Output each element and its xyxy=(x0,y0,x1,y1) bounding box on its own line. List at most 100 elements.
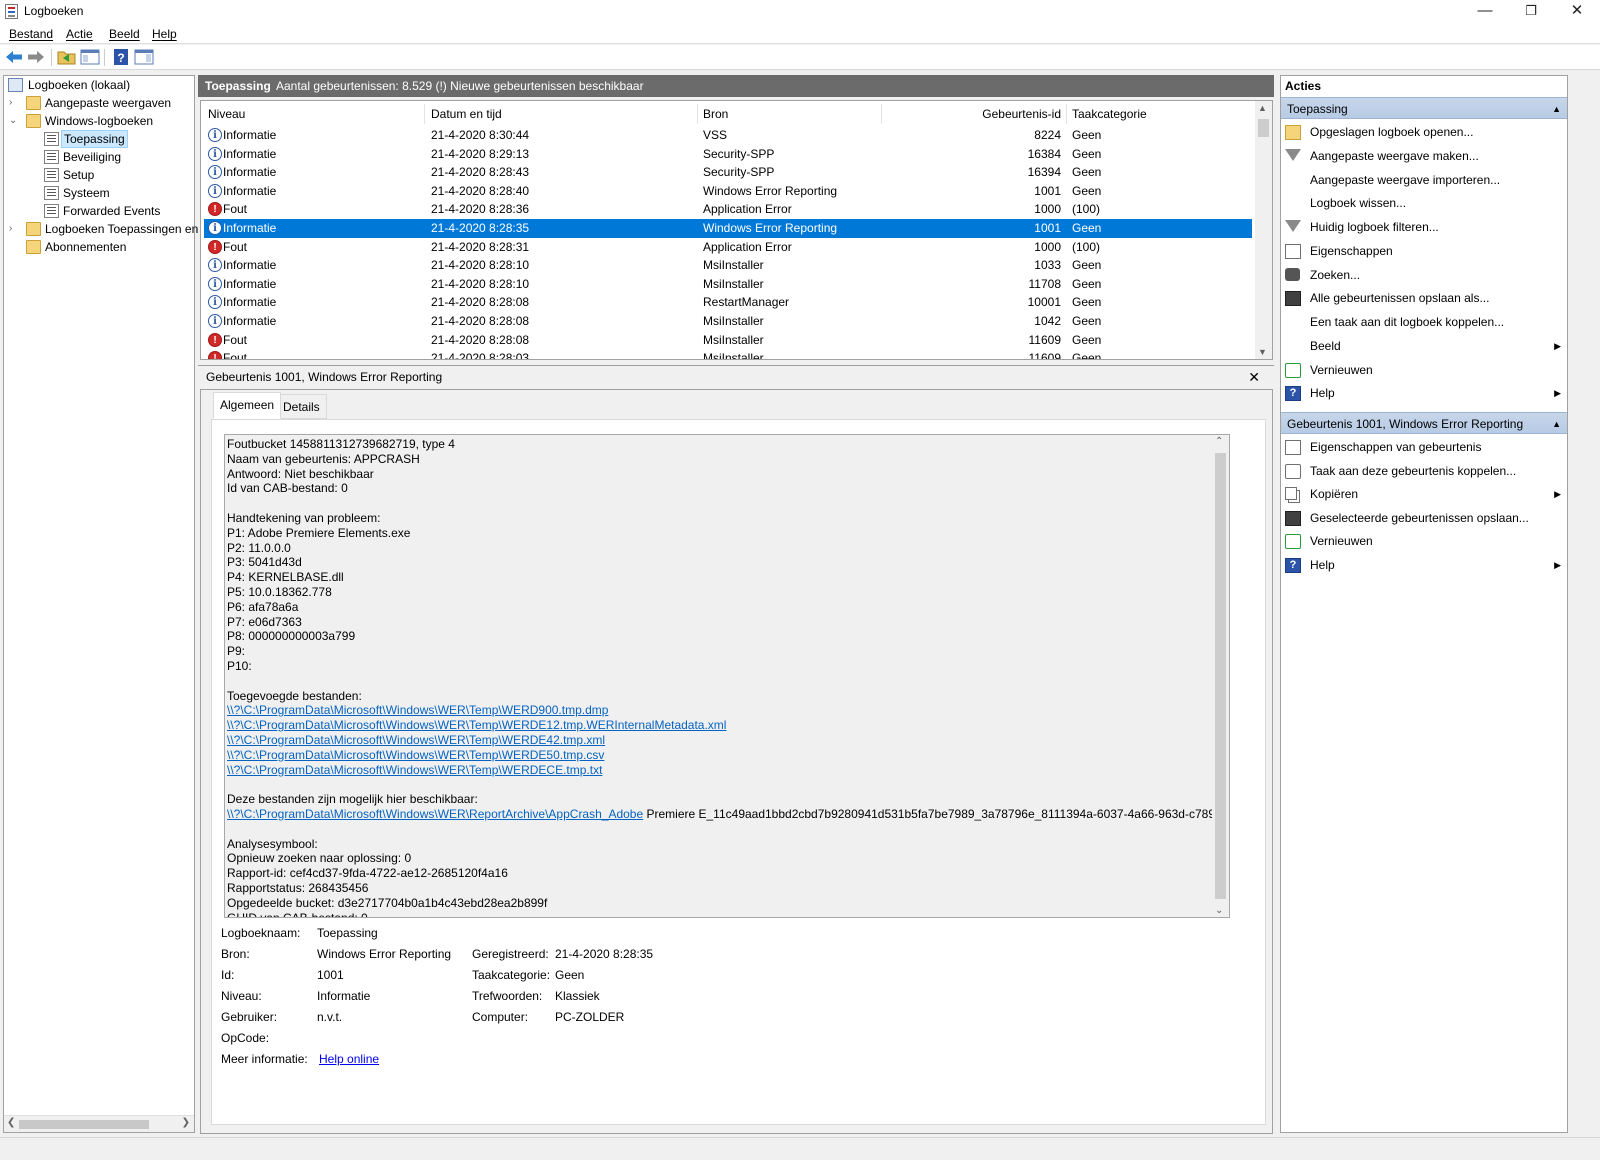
collapse-caret-icon[interactable]: ▲ xyxy=(1552,98,1561,120)
collapse-chevron-icon[interactable]: ⌄ xyxy=(9,112,19,130)
help-icon[interactable]: ? xyxy=(111,48,131,66)
column-separator[interactable] xyxy=(1066,104,1067,124)
tree-item-label: Systeem xyxy=(63,186,110,200)
prop-value-geregistreerd: 21-4-2020 8:28:35 xyxy=(555,947,654,961)
action-item-label: Opgeslagen logboek openen... xyxy=(1310,125,1474,139)
maximize-button[interactable]: ❐ xyxy=(1508,0,1554,24)
action-item[interactable]: Taak aan deze gebeurtenis koppelen... xyxy=(1281,460,1567,483)
action-item[interactable]: Opgeslagen logboek openen... xyxy=(1281,121,1567,144)
action-pane-icon[interactable] xyxy=(134,48,154,66)
column-separator[interactable] xyxy=(881,104,882,124)
cell-id: 16384 xyxy=(1027,146,1061,161)
column-header-datum[interactable]: Datum en tijd xyxy=(431,103,502,125)
scrollbar-thumb[interactable] xyxy=(1215,453,1226,899)
help-online-link[interactable]: Help online xyxy=(319,1052,379,1066)
event-description-textbox[interactable]: Foutbucket 1458811312739682719, type 4 Na… xyxy=(224,434,1230,918)
open-folder-icon[interactable] xyxy=(57,48,77,66)
file-path-link[interactable]: \\?\C:\ProgramData\Microsoft\Windows\WER… xyxy=(227,807,643,821)
table-row[interactable]: i Informatie 21-4-2020 8:28:35 Windows Erro… xyxy=(204,219,1252,238)
action-item[interactable]: Kopiëren ▶ xyxy=(1281,483,1567,506)
action-item[interactable]: Eigenschappen van gebeurtenis xyxy=(1281,436,1567,459)
cell-source: MsiInstaller xyxy=(703,314,764,328)
file-path-link[interactable]: \\?\C:\ProgramData\Microsoft\Windows\WER… xyxy=(227,733,605,747)
column-header-gebeurtenis-id[interactable]: Gebeurtenis-id xyxy=(884,103,1061,125)
column-header-taakcategorie[interactable]: Taakcategorie xyxy=(1072,103,1147,125)
table-row[interactable]: i Informatie 21-4-2020 8:28:40 Windows Erro… xyxy=(204,182,1252,201)
action-item[interactable]: Logboek wissen... xyxy=(1281,192,1567,215)
file-path-link[interactable]: \\?\C:\ProgramData\Microsoft\Windows\WER… xyxy=(227,703,608,717)
action-item-label: Huidig logboek filteren... xyxy=(1310,220,1439,234)
action-item[interactable]: Huidig logboek filteren... xyxy=(1281,216,1567,239)
back-arrow-icon[interactable] xyxy=(4,48,24,66)
action-item[interactable]: Zoeken... xyxy=(1281,264,1567,287)
expand-chevron-icon[interactable]: › xyxy=(9,220,19,238)
action-item[interactable]: Beeld ▶ xyxy=(1281,335,1567,358)
minimize-button[interactable]: — xyxy=(1462,0,1508,24)
table-row[interactable]: i Informatie 21-4-2020 8:28:08 RestartManag… xyxy=(204,293,1252,312)
column-separator[interactable] xyxy=(697,104,698,124)
menu-help[interactable]: Help xyxy=(152,27,177,41)
action-section-header[interactable]: Toepassing ▲ xyxy=(1281,97,1567,119)
actions-pane: Acties Toepassing ▲ Opgeslagen logboek ope… xyxy=(1280,75,1568,1133)
description-scrollbar[interactable]: ⌃ ⌄ xyxy=(1212,435,1229,917)
action-item[interactable]: Vernieuwen xyxy=(1281,359,1567,382)
tab-details[interactable]: Details xyxy=(276,394,327,419)
description-line: Analysesymbool: xyxy=(227,837,1212,852)
action-section-header[interactable]: Gebeurtenis 1001, Windows Error Reportin… xyxy=(1281,412,1567,434)
table-row[interactable]: i Informatie 21-4-2020 8:29:13 Security-SPP… xyxy=(204,145,1252,164)
action-item[interactable]: Vernieuwen xyxy=(1281,530,1567,553)
action-item[interactable]: Aangepaste weergave importeren... xyxy=(1281,169,1567,192)
close-detail-icon[interactable]: ✕ xyxy=(1248,366,1260,388)
forward-arrow-icon[interactable] xyxy=(26,48,46,66)
description-line: Antwoord: Niet beschikbaar xyxy=(227,467,1212,482)
event-list-scrollbar[interactable]: ▲ ▼ xyxy=(1255,101,1272,359)
collapse-caret-icon[interactable]: ▲ xyxy=(1552,413,1561,435)
scroll-up-icon[interactable]: ⌃ xyxy=(1215,436,1223,447)
close-window-button[interactable]: ✕ xyxy=(1554,0,1600,24)
action-item[interactable]: Eigenschappen xyxy=(1281,240,1567,263)
tab-page-algemeen: Foutbucket 1458811312739682719, type 4 Na… xyxy=(211,419,1266,1125)
tab-algemeen[interactable]: Algemeen xyxy=(213,392,282,419)
column-header-bron[interactable]: Bron xyxy=(703,103,728,125)
menu-actie[interactable]: Actie xyxy=(66,27,93,41)
menu-beeld[interactable]: Beeld xyxy=(109,27,140,41)
table-row[interactable]: i Informatie 21-4-2020 8:28:10 MsiInstaller… xyxy=(204,256,1252,275)
table-row[interactable]: ! Fout 21-4-2020 8:28:31 Application Error 1… xyxy=(204,238,1252,257)
table-row[interactable]: ! Fout 21-4-2020 8:28:03 MsiInstaller 11609 G… xyxy=(204,349,1252,359)
menu-bestand[interactable]: Bestand xyxy=(9,27,53,41)
file-path-link[interactable]: \\?\C:\ProgramData\Microsoft\Windows\WER… xyxy=(227,718,726,732)
folder-icon xyxy=(26,222,41,236)
action-item[interactable]: Alle gebeurtenissen opslaan als... xyxy=(1281,287,1567,310)
column-separator[interactable] xyxy=(424,104,425,124)
table-row[interactable]: i Informatie 21-4-2020 8:28:10 MsiInstaller… xyxy=(204,275,1252,294)
help-online-link-text[interactable]: Help online xyxy=(319,1052,379,1066)
column-header-niveau[interactable]: Niveau xyxy=(208,103,245,125)
scroll-left-icon[interactable]: ❮ xyxy=(7,1117,15,1128)
table-row[interactable]: i Informatie 21-4-2020 8:28:08 MsiInstaller… xyxy=(204,312,1252,331)
tree-horizontal-scrollbar[interactable]: ❮ ❯ xyxy=(4,1115,194,1132)
action-item[interactable]: Een taak aan dit logboek koppelen... xyxy=(1281,311,1567,334)
console-tree-icon[interactable] xyxy=(80,48,100,66)
scrollbar-thumb[interactable] xyxy=(1258,119,1269,137)
table-row[interactable]: ! Fout 21-4-2020 8:28:36 Application Error 1… xyxy=(204,200,1252,219)
table-row[interactable]: i Informatie 21-4-2020 8:28:43 Security-SPP… xyxy=(204,163,1252,182)
table-row[interactable]: i Informatie 21-4-2020 8:30:44 VSS 8224 Geen xyxy=(204,126,1252,145)
file-path-link[interactable]: \\?\C:\ProgramData\Microsoft\Windows\WER… xyxy=(227,763,602,777)
log-icon xyxy=(44,186,59,200)
description-text: P4: KERNELBASE.dll xyxy=(227,570,344,585)
action-item-label: Zoeken... xyxy=(1310,267,1361,282)
description-line: \\?\C:\ProgramData\Microsoft\Windows\WER… xyxy=(227,733,1212,748)
table-row[interactable]: ! Fout 21-4-2020 8:28:08 MsiInstaller 11609 G… xyxy=(204,331,1252,350)
scroll-down-icon[interactable]: ⌄ xyxy=(1215,905,1223,916)
action-item[interactable]: ? Help ▶ xyxy=(1281,554,1567,577)
action-item[interactable]: Geselecteerde gebeurtenissen opslaan... xyxy=(1281,507,1567,530)
action-item[interactable]: Aangepaste weergave maken... xyxy=(1281,145,1567,168)
scroll-up-icon[interactable]: ▲ xyxy=(1258,103,1267,113)
file-path-link[interactable]: \\?\C:\ProgramData\Microsoft\Windows\WER… xyxy=(227,748,604,762)
event-detail-title: Gebeurtenis 1001, Windows Error Reportin… xyxy=(206,370,443,384)
action-item[interactable]: ? Help ▶ xyxy=(1281,382,1567,405)
scroll-right-icon[interactable]: ❯ xyxy=(182,1117,190,1128)
scroll-down-icon[interactable]: ▼ xyxy=(1258,347,1267,357)
scrollbar-thumb[interactable] xyxy=(19,1120,149,1129)
expand-chevron-icon[interactable]: › xyxy=(9,94,19,112)
